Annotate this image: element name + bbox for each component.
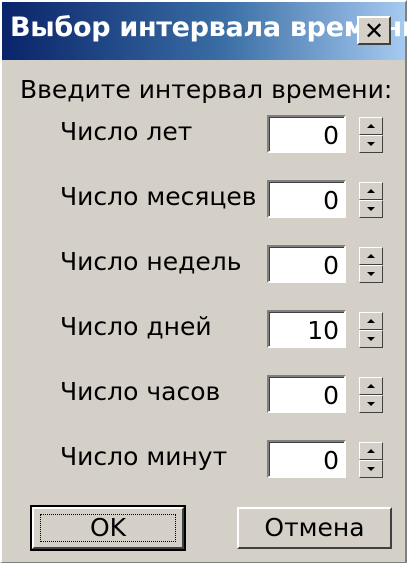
weeks-row: Число недель 0: [2, 245, 405, 287]
ok-button[interactable]: OK: [30, 505, 186, 551]
spin-down-arrow-icon: [367, 337, 375, 341]
years-spin-down-button[interactable]: [359, 135, 383, 153]
weeks-spin-down-button[interactable]: [359, 265, 383, 283]
months-spinner: [359, 182, 383, 218]
hours-spin-up-button[interactable]: [359, 377, 383, 395]
spin-down-arrow-icon: [367, 142, 375, 146]
spin-down-arrow-icon: [367, 272, 375, 276]
ok-button-label: OK: [89, 513, 127, 542]
months-row: Число месяцев 0: [2, 180, 405, 222]
days-spinner: [359, 312, 383, 348]
close-button[interactable]: ✕: [357, 16, 391, 45]
hours-spin-down-button[interactable]: [359, 395, 383, 413]
spin-down-arrow-icon: [367, 467, 375, 471]
spin-up-arrow-icon: [367, 254, 375, 258]
title-bar: Выбор интервала времени ✕: [2, 2, 410, 60]
minutes-spin-up-button[interactable]: [359, 442, 383, 460]
months-spin-up-button[interactable]: [359, 182, 383, 200]
minutes-spinner: [359, 442, 383, 478]
minutes-row: Число минут 0: [2, 440, 405, 482]
days-spin-up-button[interactable]: [359, 312, 383, 330]
prompt-label: Введите интервал времени:: [20, 75, 393, 104]
days-input[interactable]: 10: [267, 310, 346, 348]
hours-label: Число часов: [60, 377, 221, 406]
dialog-title: Выбор интервала времени: [10, 12, 410, 43]
weeks-spinner: [359, 247, 383, 283]
hours-row: Число часов 0: [2, 375, 405, 417]
spin-up-arrow-icon: [367, 384, 375, 388]
hours-spinner: [359, 377, 383, 413]
spin-down-arrow-icon: [367, 402, 375, 406]
months-label: Число месяцев: [60, 182, 257, 211]
days-row: Число дней 10: [2, 310, 405, 352]
weeks-spin-up-button[interactable]: [359, 247, 383, 265]
months-input[interactable]: 0: [267, 180, 346, 218]
interval-dialog: Выбор интервала времени ✕ Введите интерв…: [0, 0, 410, 563]
minutes-input[interactable]: 0: [267, 440, 346, 478]
spin-down-arrow-icon: [367, 207, 375, 211]
cancel-button-label: Отмена: [264, 513, 365, 542]
weeks-label: Число недель: [60, 247, 242, 276]
spin-up-arrow-icon: [367, 189, 375, 193]
spin-up-arrow-icon: [367, 124, 375, 128]
hours-input[interactable]: 0: [267, 375, 346, 413]
weeks-input[interactable]: 0: [267, 245, 346, 283]
days-spin-down-button[interactable]: [359, 330, 383, 348]
years-row: Число лет 0: [2, 115, 405, 157]
months-spin-down-button[interactable]: [359, 200, 383, 218]
days-label: Число дней: [60, 312, 212, 341]
cancel-button[interactable]: Отмена: [237, 507, 392, 549]
years-spinner: [359, 117, 383, 153]
spin-up-arrow-icon: [367, 319, 375, 323]
minutes-spin-down-button[interactable]: [359, 460, 383, 478]
close-icon: ✕: [363, 16, 385, 45]
years-spin-up-button[interactable]: [359, 117, 383, 135]
years-input[interactable]: 0: [267, 115, 346, 153]
spin-up-arrow-icon: [367, 449, 375, 453]
minutes-label: Число минут: [60, 442, 228, 471]
years-label: Число лет: [60, 117, 193, 146]
